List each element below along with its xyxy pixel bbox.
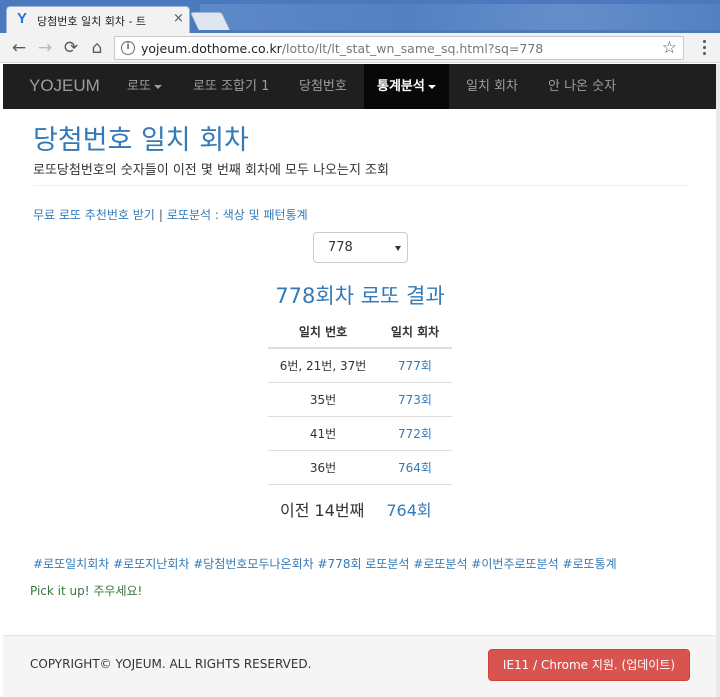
summary-label: 이전 14번째 xyxy=(280,501,365,520)
site-navbar: YOJEUM 로또 로또 조합기 1 당첨번호 통계분석 일치 회차 안 나온 … xyxy=(3,64,716,109)
matched-numbers-cell: 35번 xyxy=(268,382,378,417)
tab-title: 당첨번호 일치 회차 - 트 xyxy=(37,15,147,28)
match-table: 일치 번호 일치 회차 6번, 21번, 37번 777회 35번 773회 4… xyxy=(268,315,452,485)
footer: COPYRIGHT© YOJEUM. ALL RIGHTS RESERVED. … xyxy=(3,635,716,697)
forward-arrow-icon[interactable]: → xyxy=(34,37,56,59)
back-arrow-icon[interactable]: ← xyxy=(8,37,30,59)
round-select[interactable]: 778 xyxy=(313,232,408,263)
table-row: 36번 764회 xyxy=(268,450,452,485)
inactive-tabs-area xyxy=(200,4,720,30)
pick-text: Pick it up! 주우세요! xyxy=(30,584,143,598)
pattern-stats-link[interactable]: 로또분석 : 색상 및 패턴통계 xyxy=(167,208,308,222)
caret-down-icon xyxy=(427,84,436,89)
matched-round-link[interactable]: 773회 xyxy=(378,382,452,417)
table-row: 35번 773회 xyxy=(268,382,452,417)
summary: 이전 14번째 764회 xyxy=(280,497,432,521)
star-icon[interactable]: ☆ xyxy=(662,38,677,58)
caret-down-icon xyxy=(153,84,162,89)
quick-links: 무료 로또 추천번호 받기 | 로또분석 : 색상 및 패턴통계 xyxy=(33,206,308,223)
page-description: 로또당첨번호의 숫자들이 이전 몇 번째 회차에 모두 나오는지 조회 xyxy=(33,163,389,178)
nav-item-label: 통계분석 xyxy=(377,79,425,94)
result-title: 778회차 로또 결과 xyxy=(275,284,445,308)
url-text: yojeum.dothome.co.kr/lotto/lt/lt_stat_wn… xyxy=(141,41,543,56)
nav-item-lotto[interactable]: 로또 xyxy=(127,64,162,109)
nav-item-combiner[interactable]: 로또 조합기 1 xyxy=(193,64,269,109)
page-title: 당첨번호 일치 회차 xyxy=(33,125,249,156)
round-select-value: 778 xyxy=(328,240,353,255)
browser-toolbar: ← → ⟳ ⌂ i yojeum.dothome.co.kr/lotto/lt/… xyxy=(0,33,720,63)
nav-item-missing-numbers[interactable]: 안 나온 숫자 xyxy=(548,64,616,109)
matched-numbers-cell: 36번 xyxy=(268,450,378,485)
menu-dots-icon[interactable] xyxy=(697,39,711,57)
address-bar[interactable]: i yojeum.dothome.co.kr/lotto/lt/lt_stat_… xyxy=(114,36,684,60)
close-icon[interactable]: × xyxy=(173,11,184,26)
favicon-y-icon: Y xyxy=(17,10,28,27)
matched-numbers-cell: 41번 xyxy=(268,416,378,451)
url-host: yojeum.dothome.co.kr xyxy=(141,41,282,56)
table-row: 6번, 21번, 37번 777회 xyxy=(268,348,452,383)
brand-logo[interactable]: YOJEUM xyxy=(29,76,100,96)
matched-numbers-cell: 6번, 21번, 37번 xyxy=(268,348,378,383)
caret-down-icon xyxy=(395,246,401,251)
nav-item-label: 로또 xyxy=(127,79,151,94)
matched-round-link[interactable]: 777회 xyxy=(378,348,452,383)
reload-icon[interactable]: ⟳ xyxy=(60,37,82,59)
scrollbar[interactable] xyxy=(716,64,720,697)
home-icon[interactable]: ⌂ xyxy=(86,37,108,59)
column-header: 일치 번호 xyxy=(268,315,378,349)
update-button[interactable]: IE11 / Chrome 지원. (업데이트) xyxy=(488,649,690,681)
table-row: 41번 772회 xyxy=(268,416,452,451)
summary-round-link[interactable]: 764회 xyxy=(386,501,431,520)
table-header-row: 일치 번호 일치 회차 xyxy=(268,315,452,349)
matched-round-link[interactable]: 764회 xyxy=(378,450,452,485)
divider xyxy=(33,185,689,186)
nav-item-winning-numbers[interactable]: 당첨번호 xyxy=(299,64,347,109)
nav-item-matching-round[interactable]: 일치 회차 xyxy=(466,64,518,109)
browser-tab-active[interactable]: Y 당첨번호 일치 회차 - 트 × xyxy=(6,6,190,33)
matched-round-link[interactable]: 772회 xyxy=(378,416,452,451)
hashtags[interactable]: #로또일치회차 #로또지난회차 #당첨번호모두나온회차 #778회 로또분석 #… xyxy=(33,555,617,572)
copyright-text: COPYRIGHT© YOJEUM. ALL RIGHTS RESERVED. xyxy=(30,657,312,671)
column-header: 일치 회차 xyxy=(378,315,452,349)
url-path: /lotto/lt/lt_stat_wn_same_sq.html?sq=778 xyxy=(281,41,544,56)
free-lotto-link[interactable]: 무료 로또 추천번호 받기 xyxy=(33,208,155,222)
browser-tab-strip: Y 당첨번호 일치 회차 - 트 × xyxy=(0,0,720,33)
link-separator: | xyxy=(158,208,163,222)
page-info-icon[interactable]: i xyxy=(121,41,135,55)
nav-item-statistics[interactable]: 통계분석 xyxy=(364,64,449,109)
